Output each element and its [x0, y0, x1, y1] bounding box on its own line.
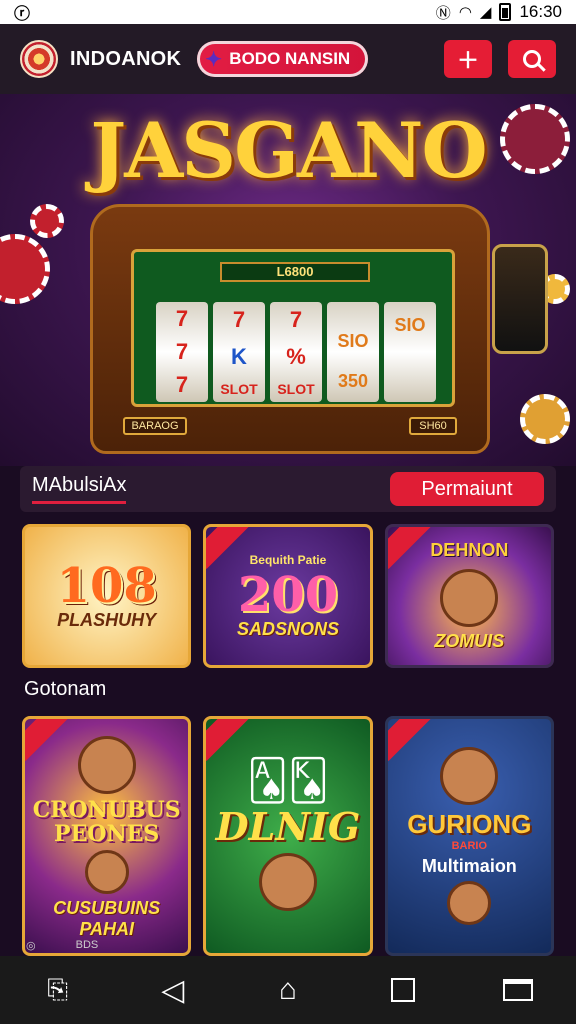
slot-display: L6800 — [220, 262, 370, 282]
poker-chip-icon — [520, 394, 570, 444]
reel-symbol: 7 — [232, 307, 246, 333]
game-card-title: GURIONG — [407, 809, 532, 839]
clock: 16:30 — [519, 2, 562, 21]
reel-symbol: 7 — [289, 307, 303, 333]
character-avatar — [77, 735, 136, 794]
rotate-icon: ⎘ — [47, 974, 68, 1004]
back-button[interactable]: ◁ — [151, 968, 195, 1012]
character-avatar — [447, 881, 492, 925]
status-bar: ⓡ Ⓝ ◠ ◢ 16:30 — [0, 0, 576, 24]
slot-credit-label: SH60 — [409, 417, 457, 435]
rotate-screen-button[interactable]: ⎘ — [36, 968, 80, 1012]
game-card-subtitle: SADSNONS — [236, 618, 339, 639]
section-header: MAbulsiAx Permaiunt — [20, 466, 556, 512]
game-card-subtitle: Multimaion — [421, 856, 517, 876]
game-card[interactable]: Bequith Patie 200 SADSNONS — [203, 524, 373, 668]
reel-symbol: SIO — [337, 330, 369, 351]
new-badge — [25, 719, 68, 761]
game-card[interactable]: 108 PLASHUHY — [22, 524, 192, 668]
slot-machine: L6800 7 7 7 7 K SLOT 7 % SLOT SIO 350 SI… — [90, 204, 490, 454]
footer-label: BDS — [75, 939, 99, 951]
new-badge — [206, 527, 250, 569]
character-avatar — [440, 747, 499, 805]
footer-icon: ◎ — [26, 939, 36, 952]
reel-symbol: K — [231, 343, 247, 369]
reel-symbol: % — [286, 343, 306, 369]
reel: 7 K SLOT — [213, 302, 265, 402]
back-icon: ◁ — [161, 973, 185, 1007]
nfc-icon: Ⓝ — [435, 4, 451, 22]
battery-icon — [499, 3, 512, 21]
category-label: Gotonam — [24, 678, 107, 700]
game-card[interactable]: CRONUBUS PEONES CUSUBUINS PAHAI — [22, 716, 192, 956]
signal-icon: ◢ — [479, 4, 492, 21]
game-card-title: CRONUBUS PEONES — [32, 796, 181, 847]
home-icon: ⌂ — [278, 973, 298, 1006]
reel-symbol: SLOT — [277, 380, 315, 397]
game-row: CRONUBUS PEONES CUSUBUINS PAHAI 🂡🂮 DLNIG… — [22, 716, 554, 956]
star-icon: ✦ — [205, 49, 223, 71]
game-card-subtitle: CUSUBUINS PAHAI — [53, 898, 161, 940]
game-card-caption: Bequith Patie — [249, 552, 327, 567]
game-card[interactable]: 🂡🂮 DLNIG — [203, 716, 373, 956]
wifi-icon: ◠ — [458, 4, 472, 21]
section-tab[interactable]: MAbulsiAx — [32, 474, 127, 504]
add-button[interactable]: ＋ — [444, 40, 492, 78]
new-badge — [387, 527, 431, 569]
card-footer: ◎ BDS — [22, 936, 192, 954]
game-card[interactable]: GURIONG BARIO Multimaion — [384, 716, 554, 956]
game-card-title: 108 — [56, 557, 157, 614]
reel-symbol: 7 — [175, 372, 189, 398]
app-header: INDOANOK ✦ BODO NANSIN ＋ — [0, 24, 576, 94]
slot-bet-label: BARAOG — [123, 417, 187, 435]
hero-title: JASGANO — [90, 106, 487, 195]
recent-apps-icon — [503, 979, 534, 1001]
slot-reels: 7 7 7 7 K SLOT 7 % SLOT SIO 350 SIO — [156, 302, 436, 402]
reel-symbol: SLOT — [220, 380, 258, 397]
game-row: 108 PLASHUHY Bequith Patie 200 SADSNONS … — [22, 524, 554, 668]
slot-screen: L6800 7 7 7 7 K SLOT 7 % SLOT SIO 350 SI… — [131, 249, 455, 407]
search-button[interactable] — [508, 40, 556, 78]
new-badge — [206, 719, 250, 761]
reel: 7 % SLOT — [270, 302, 322, 402]
brand-name[interactable]: INDOANOK — [70, 48, 181, 71]
home-button[interactable]: ⌂ — [266, 968, 310, 1012]
playing-cards-icon: 🂡🂮 — [247, 758, 329, 803]
reel-symbol: 7 — [175, 338, 189, 364]
game-card-subtitle: PLASHUHY — [57, 609, 157, 630]
brand-logo-icon[interactable] — [20, 40, 58, 78]
promo-button[interactable]: ✦ BODO NANSIN — [197, 41, 369, 77]
overview-icon — [391, 978, 416, 1002]
reel: SIO — [384, 302, 436, 402]
premium-button[interactable]: Permaiunt — [390, 472, 544, 506]
reel: 7 7 7 — [156, 302, 208, 402]
bottle-icon — [492, 244, 548, 354]
promo-label: BODO NANSIN — [229, 49, 351, 68]
overview-button[interactable] — [381, 968, 425, 1012]
character-avatar — [258, 852, 317, 911]
character-avatar — [84, 850, 129, 895]
app-notification-icon: ⓡ — [14, 6, 31, 23]
game-card[interactable]: DEHNON ZOMUIS — [384, 524, 554, 668]
game-card-title: DEHNON — [430, 540, 509, 560]
reel: SIO 350 — [327, 302, 379, 402]
game-card-title: DLNIG — [215, 803, 361, 849]
reel-symbol: 350 — [337, 371, 369, 392]
reel-symbol: SIO — [394, 315, 426, 336]
game-card-caption: BARIO — [451, 840, 488, 852]
new-badge — [387, 719, 431, 761]
system-nav-bar: ⎘ ◁ ⌂ — [0, 956, 576, 1024]
search-icon — [523, 50, 541, 68]
character-avatar — [440, 569, 499, 627]
game-card-title: 200 — [237, 566, 339, 623]
game-card-subtitle: ZOMUIS — [434, 631, 505, 651]
hero-banner[interactable]: JASGANO KASAIMME L6800 7 7 7 7 K SLOT 7 … — [0, 94, 576, 466]
reel-symbol: 7 — [175, 305, 189, 331]
recent-apps-button[interactable] — [496, 968, 540, 1012]
plus-icon: ＋ — [456, 48, 479, 73]
